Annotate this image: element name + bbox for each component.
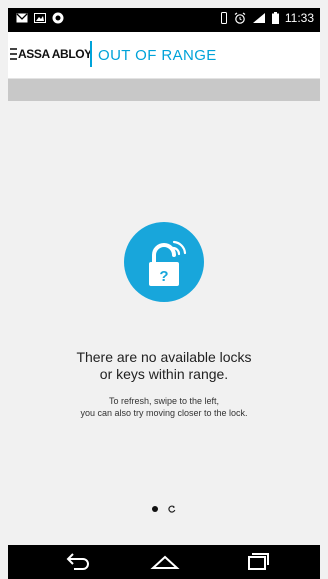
- system-indicators: 11:33: [220, 11, 314, 25]
- navigation-bar: [8, 545, 320, 579]
- vibrate-icon: [220, 12, 227, 24]
- status-time: 11:33: [284, 11, 314, 25]
- empty-hint-line2: you can also try moving closer to the lo…: [80, 408, 248, 418]
- header-strip: [8, 79, 320, 101]
- lock-wireless-icon: ?: [149, 240, 187, 286]
- back-icon[interactable]: [64, 551, 92, 571]
- lock-question-mark: ?: [159, 268, 168, 285]
- empty-state-hint: To refresh, swipe to the left, you can a…: [8, 395, 320, 419]
- empty-hint-line1: To refresh, swipe to the left,: [108, 396, 220, 406]
- page-title: OUT OF RANGE: [98, 47, 217, 64]
- refresh-icon[interactable]: [168, 505, 176, 513]
- alarm-icon: [234, 12, 246, 24]
- page-indicator: [8, 505, 320, 513]
- signal-icon: [252, 13, 265, 23]
- home-icon[interactable]: [150, 551, 180, 571]
- lock-badge: ?: [124, 222, 204, 302]
- battery-icon: [271, 12, 279, 24]
- device-screen: 11:33 ASSA ABLOY OUT OF RANGE ? There ar…: [0, 0, 328, 579]
- app-header: ASSA ABLOY OUT OF RANGE: [8, 32, 320, 79]
- empty-heading-line1: There are no available locks: [76, 349, 252, 365]
- notification-icons: [16, 12, 64, 24]
- recent-apps-icon[interactable]: [244, 551, 270, 571]
- title-divider: [90, 41, 92, 67]
- empty-state-heading: There are no available locks or keys wit…: [8, 349, 320, 383]
- app-icon: [52, 12, 64, 24]
- page-dot-active: [152, 506, 158, 512]
- status-bar: 11:33: [8, 8, 320, 32]
- menu-icon[interactable]: [10, 48, 17, 60]
- empty-state-panel[interactable]: ? There are no available locks or keys w…: [8, 101, 320, 545]
- empty-heading-line2: or keys within range.: [99, 366, 229, 382]
- image-icon: [34, 13, 46, 23]
- mail-icon: [16, 13, 28, 23]
- brand-logo: ASSA ABLOY: [18, 47, 92, 61]
